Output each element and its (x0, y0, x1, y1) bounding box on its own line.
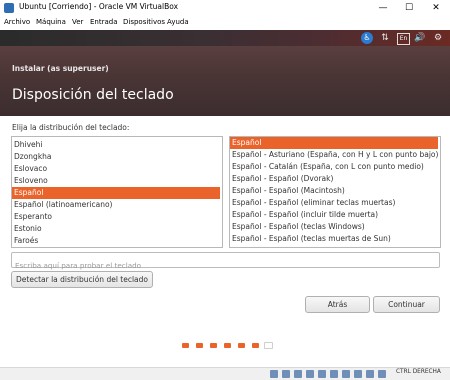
menu-entrada[interactable]: Entrada (90, 18, 118, 26)
continue-button[interactable]: Continuar (373, 296, 440, 313)
list-item[interactable]: Dzongkha (12, 151, 220, 163)
network-adapter-icon[interactable] (306, 370, 314, 378)
progress-dot (252, 343, 259, 348)
list-item[interactable]: Español - Español (teclas muertas de Sun… (230, 233, 438, 245)
keyboard-language-indicator[interactable]: En (397, 33, 410, 45)
audio-icon[interactable] (294, 370, 302, 378)
list-item-selected[interactable]: Español (12, 187, 220, 199)
variant-list[interactable]: Español Español - Asturiano (España, con… (229, 136, 441, 248)
host-key-label: CTRL DERECHA (396, 369, 441, 375)
progress-dot (224, 343, 231, 348)
list-item[interactable]: Esperanto (12, 211, 220, 223)
virtualbox-app-icon (4, 3, 14, 13)
keyboard-test-field[interactable] (11, 252, 440, 272)
host-statusbar: CTRL DERECHA (0, 367, 450, 380)
list-item[interactable]: Estonio (12, 223, 220, 235)
accessibility-icon[interactable]: ♿ (361, 32, 373, 44)
progress-dot (182, 343, 189, 348)
cpu-icon[interactable] (366, 370, 374, 378)
display-icon[interactable] (342, 370, 350, 378)
list-item[interactable]: Eslovaco (12, 163, 220, 175)
layout-list[interactable]: Dhivehi Dzongkha Eslovaco Esloveno Españ… (11, 136, 223, 248)
list-item[interactable]: Español - Español (eliminar teclas muert… (230, 197, 438, 209)
ubuntu-top-panel: ♿ ⇅ En 🔊 ⚙ (0, 30, 450, 46)
list-item[interactable]: Dhivehi (12, 139, 220, 151)
mouse-integration-icon[interactable] (378, 370, 386, 378)
menu-ayuda[interactable]: Ayuda (167, 18, 189, 26)
menu-dispositivos[interactable]: Dispositivos (123, 18, 165, 26)
menu-ver[interactable]: Ver (72, 18, 83, 26)
progress-dot (196, 343, 203, 348)
optical-drive-icon[interactable] (282, 370, 290, 378)
volume-icon[interactable]: 🔊 (414, 32, 426, 44)
host-menubar: Archivo Máquina Ver Entrada Dispositivos… (0, 16, 450, 30)
hard-disk-icon[interactable] (270, 370, 278, 378)
list-item[interactable]: Español - Español (Macintosh) (230, 185, 438, 197)
menu-maquina[interactable]: Máquina (36, 18, 66, 26)
list-item[interactable]: Esloveno (12, 175, 220, 187)
shared-folders-icon[interactable] (330, 370, 338, 378)
progress-dot (210, 343, 217, 348)
progress-dot (238, 343, 245, 348)
keyboard-test-input[interactable] (15, 259, 435, 272)
power-gear-icon[interactable]: ⚙ (432, 32, 444, 44)
layout-prompt-label: Elija la distribución del teclado: (12, 123, 130, 132)
list-item[interactable]: Español (latinoamericano) (12, 199, 220, 211)
window-title: Ubuntu [Corriendo] - Oracle VM VirtualBo… (19, 2, 179, 11)
video-capture-icon[interactable] (354, 370, 362, 378)
installer-header: Instalar (as superuser) Disposición del … (0, 46, 450, 116)
progress-dot-current (264, 342, 273, 349)
close-window-button[interactable]: ✕ (427, 1, 445, 15)
detect-layout-button[interactable]: Detectar la distribución del teclado (11, 271, 153, 288)
maximize-button[interactable]: ☐ (400, 1, 418, 15)
usb-icon[interactable] (318, 370, 326, 378)
list-item[interactable]: Español - Español (incluir tilde muerta) (230, 209, 438, 221)
list-item[interactable]: Español - Español (teclas Windows) (230, 221, 438, 233)
list-item-selected[interactable]: Español (230, 137, 438, 149)
list-item[interactable]: Español - Catalán (España, con L con pun… (230, 161, 438, 173)
menu-archivo[interactable]: Archivo (4, 18, 30, 26)
installer-window-title: Instalar (as superuser) (12, 64, 109, 73)
window-titlebar: Ubuntu [Corriendo] - Oracle VM VirtualBo… (0, 0, 450, 16)
back-button[interactable]: Atrás (305, 296, 370, 313)
list-item[interactable]: Español - Español (Dvorak) (230, 173, 438, 185)
page-title: Disposición del teclado (12, 87, 174, 103)
list-item[interactable]: Faroés (12, 235, 220, 247)
network-icon[interactable]: ⇅ (379, 32, 391, 44)
list-item[interactable]: Español - Asturiano (España, con H y L c… (230, 149, 438, 161)
minimize-button[interactable]: — (374, 1, 392, 15)
